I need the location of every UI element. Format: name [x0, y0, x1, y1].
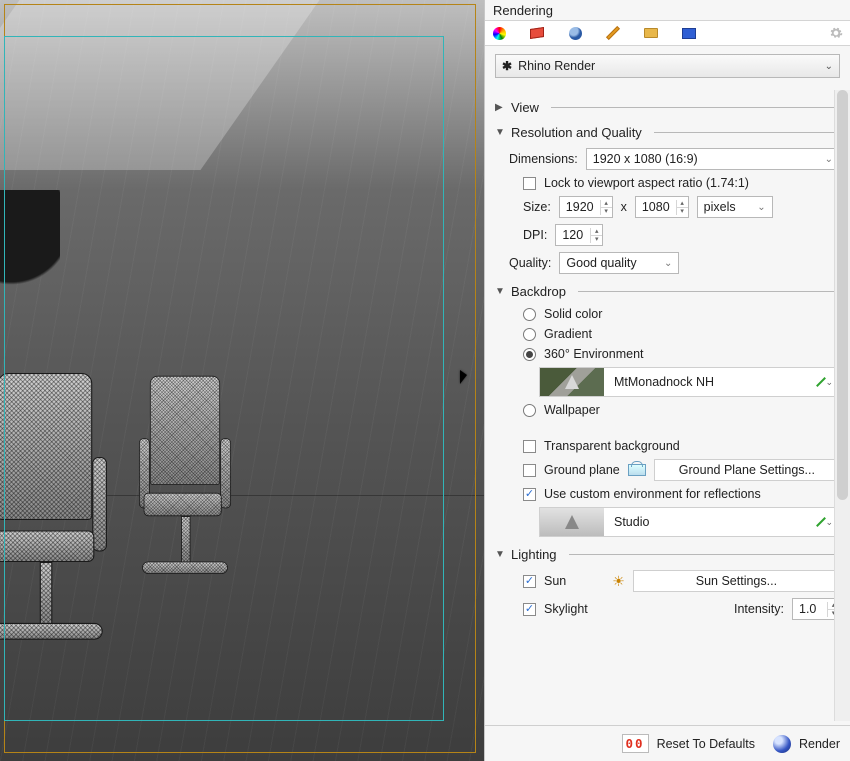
section-backdrop-header[interactable]: ▼ Backdrop	[495, 284, 840, 299]
reflection-env-name: Studio	[614, 515, 649, 529]
height-input[interactable]: 1080 ▴▾	[635, 196, 689, 218]
render-button[interactable]: Render	[773, 735, 840, 753]
lock-aspect-checkbox[interactable]	[523, 177, 536, 190]
panel-scrollbar[interactable]	[834, 90, 850, 721]
render-sphere-icon	[773, 735, 791, 753]
dimensions-label: Dimensions:	[509, 152, 578, 166]
scrollbar-thumb[interactable]	[837, 90, 848, 500]
open-tab-icon[interactable]	[643, 25, 659, 41]
section-lighting-label: Lighting	[511, 547, 557, 562]
libraries-tab-icon[interactable]	[529, 25, 545, 41]
safe-frame-inner	[4, 36, 444, 721]
chevron-down-icon: ⌄	[749, 202, 765, 213]
reset-defaults-button[interactable]: 00 Reset To Defaults	[622, 734, 756, 753]
intensity-input[interactable]: 1.0 ▴▾	[792, 598, 840, 620]
ground-plane-icon	[628, 464, 646, 476]
chevron-down-icon: ▼	[495, 286, 505, 297]
reflection-environment-select[interactable]: Studio ⌄	[539, 507, 840, 537]
backdrop-env-radio[interactable]	[523, 348, 536, 361]
sun-icon: ☀	[612, 573, 625, 590]
size-x-label: x	[621, 200, 627, 214]
transparent-bg-checkbox[interactable]	[523, 440, 536, 453]
panel-scroll-area[interactable]: ▶ View ▼ Resolution and Quality Dimensio…	[485, 86, 850, 725]
section-resolution-header[interactable]: ▼ Resolution and Quality	[495, 125, 840, 140]
chevron-down-icon: ⌄	[656, 258, 672, 269]
render-settings-tab-icon[interactable]	[681, 25, 697, 41]
panel-footer: 00 Reset To Defaults Render	[485, 725, 850, 761]
reflection-edit-button[interactable]: ⌄	[820, 516, 833, 528]
environment-thumbnail	[540, 368, 604, 396]
chevron-right-icon: ▶	[495, 102, 505, 113]
chevron-down-icon: ⌄	[825, 377, 833, 388]
viewport-3d[interactable]	[0, 0, 484, 761]
skylight-checkbox[interactable]: ✓	[523, 603, 536, 616]
height-spinner[interactable]: ▴▾	[676, 200, 688, 215]
dpi-spinner[interactable]: ▴▾	[590, 228, 602, 243]
reflection-thumbnail	[540, 508, 604, 536]
dimensions-select[interactable]: 1920 x 1080 (16:9) ⌄	[586, 148, 840, 170]
rhino-logo-icon: ✱	[502, 59, 512, 73]
size-label: Size:	[523, 200, 551, 214]
section-view-label: View	[511, 100, 539, 115]
backdrop-env-label: 360° Environment	[544, 347, 644, 361]
units-select[interactable]: pixels ⌄	[697, 196, 773, 218]
renderer-name: Rhino Render	[518, 59, 595, 73]
width-input[interactable]: 1920 ▴▾	[559, 196, 613, 218]
skylight-label: Skylight	[544, 602, 588, 616]
section-resolution-label: Resolution and Quality	[511, 125, 642, 140]
section-lighting-header[interactable]: ▼ Lighting	[495, 547, 840, 562]
quality-label: Quality:	[509, 256, 551, 270]
chevron-down-icon: ▼	[495, 127, 505, 138]
chevron-down-icon: ⌄	[825, 61, 833, 72]
chevron-down-icon: ⌄	[825, 517, 833, 528]
dpi-input[interactable]: 120 ▴▾	[555, 224, 603, 246]
environment-name: MtMonadnock NH	[614, 375, 714, 389]
sun-settings-button[interactable]: Sun Settings...	[633, 570, 840, 592]
backdrop-wallpaper-radio[interactable]	[523, 404, 536, 417]
section-view-header[interactable]: ▶ View	[495, 100, 840, 115]
section-backdrop-label: Backdrop	[511, 284, 566, 299]
edit-tab-icon[interactable]	[605, 25, 621, 41]
transparent-bg-label: Transparent background	[544, 439, 680, 453]
sun-label: Sun	[544, 574, 566, 588]
panel-title: Rendering	[485, 0, 850, 20]
ground-plane-label: Ground plane	[544, 463, 620, 477]
lock-aspect-label: Lock to viewport aspect ratio (1.74:1)	[544, 176, 749, 190]
intensity-label: Intensity:	[734, 602, 784, 616]
reset-counter-icon: 00	[622, 734, 649, 753]
ground-plane-checkbox[interactable]	[523, 464, 536, 477]
sun-checkbox[interactable]: ✓	[523, 575, 536, 588]
environment-edit-button[interactable]: ⌄	[820, 376, 833, 388]
backdrop-gradient-radio[interactable]	[523, 328, 536, 341]
backdrop-wallpaper-label: Wallpaper	[544, 403, 600, 417]
ground-plane-settings-button[interactable]: Ground Plane Settings...	[654, 459, 840, 481]
dpi-label: DPI:	[523, 228, 547, 242]
materials-tab-icon[interactable]	[491, 25, 507, 41]
chevron-down-icon: ⌄	[817, 154, 833, 165]
environment-select[interactable]: MtMonadnock NH ⌄	[539, 367, 840, 397]
custom-reflection-label: Use custom environment for reflections	[544, 487, 761, 501]
environments-tab-icon[interactable]	[567, 25, 583, 41]
backdrop-gradient-label: Gradient	[544, 327, 592, 341]
cursor-icon	[460, 370, 467, 384]
backdrop-solid-label: Solid color	[544, 307, 602, 321]
chevron-down-icon: ▼	[495, 549, 505, 560]
rendering-panel: Rendering ✱ Rhino Render ⌄ ▶ View ▼ Reso…	[484, 0, 850, 761]
renderer-select[interactable]: ✱ Rhino Render ⌄	[495, 54, 840, 78]
reset-label: Reset To Defaults	[657, 737, 755, 751]
quality-select[interactable]: Good quality ⌄	[559, 252, 679, 274]
backdrop-solid-radio[interactable]	[523, 308, 536, 321]
panel-toolbar	[485, 20, 850, 46]
render-label: Render	[799, 737, 840, 751]
width-spinner[interactable]: ▴▾	[600, 200, 612, 215]
gear-icon[interactable]	[828, 25, 844, 41]
custom-reflection-checkbox[interactable]: ✓	[523, 488, 536, 501]
